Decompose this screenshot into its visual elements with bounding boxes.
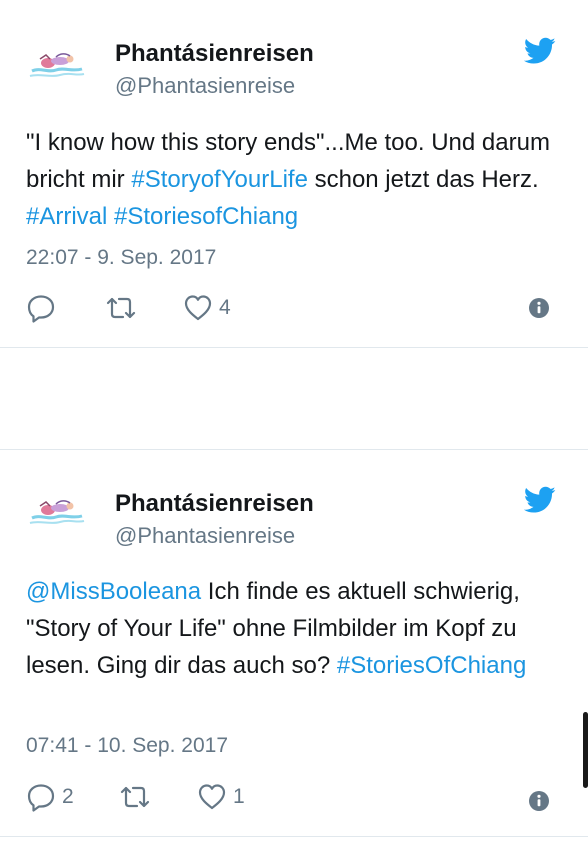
display-name[interactable]: Phantásienreisen <box>115 490 314 518</box>
reply-icon <box>27 784 55 812</box>
hashtag-link[interactable]: #StoriesofChiang <box>114 203 298 230</box>
avatar-image <box>26 37 88 99</box>
like-button[interactable]: 4 <box>183 293 231 323</box>
tweet-timestamp[interactable]: 22:07 - 9. Sep. 2017 <box>26 246 216 270</box>
display-name[interactable]: Phantásienreisen <box>115 40 314 68</box>
info-button[interactable] <box>528 293 550 323</box>
like-count: 1 <box>233 785 245 808</box>
info-icon <box>529 298 549 318</box>
like-count: 4 <box>219 296 231 319</box>
avatar[interactable] <box>26 484 88 546</box>
reply-icon <box>27 295 55 323</box>
tweet-timestamp[interactable]: 07:41 - 10. Sep. 2017 <box>26 734 228 758</box>
tweet-card-1[interactable]: Phantásienreisen @Phantasienreise "I kno… <box>0 0 588 348</box>
retweet-icon <box>106 297 136 319</box>
reply-count: 2 <box>62 785 74 808</box>
tweet-divider <box>0 836 588 837</box>
heart-icon <box>184 295 212 321</box>
tweet-divider <box>0 347 588 348</box>
heart-icon <box>198 784 226 810</box>
retweet-button[interactable] <box>104 293 144 323</box>
reply-button[interactable] <box>26 293 62 323</box>
user-handle[interactable]: @Phantasienreise <box>115 73 295 99</box>
tweet-text-segment: schon jetzt das Herz. <box>307 166 539 193</box>
twitter-bird-icon[interactable] <box>524 37 556 65</box>
tweet-text: @MissBooleana Ich finde es aktuell schwi… <box>26 573 566 684</box>
like-button[interactable]: 1 <box>197 782 245 812</box>
avatar-image <box>26 484 88 546</box>
info-button[interactable] <box>528 786 550 816</box>
scrollbar[interactable] <box>583 712 588 788</box>
hashtag-link[interactable]: #Arrival <box>26 203 107 230</box>
tweet-text: "I know how this story ends"...Me too. U… <box>26 124 566 235</box>
hashtag-link[interactable]: #StoryofYourLife <box>131 166 308 193</box>
avatar[interactable] <box>26 37 88 99</box>
twitter-bird-icon[interactable] <box>524 486 556 514</box>
mention-link[interactable]: @MissBooleana <box>26 578 201 605</box>
tweet-divider <box>0 449 588 450</box>
retweet-button[interactable] <box>118 782 158 812</box>
reply-button[interactable]: 2 <box>26 782 74 812</box>
retweet-icon <box>120 786 150 808</box>
hashtag-link[interactable]: #StoriesOfChiang <box>337 652 526 679</box>
user-handle[interactable]: @Phantasienreise <box>115 523 295 549</box>
info-icon <box>529 791 549 811</box>
